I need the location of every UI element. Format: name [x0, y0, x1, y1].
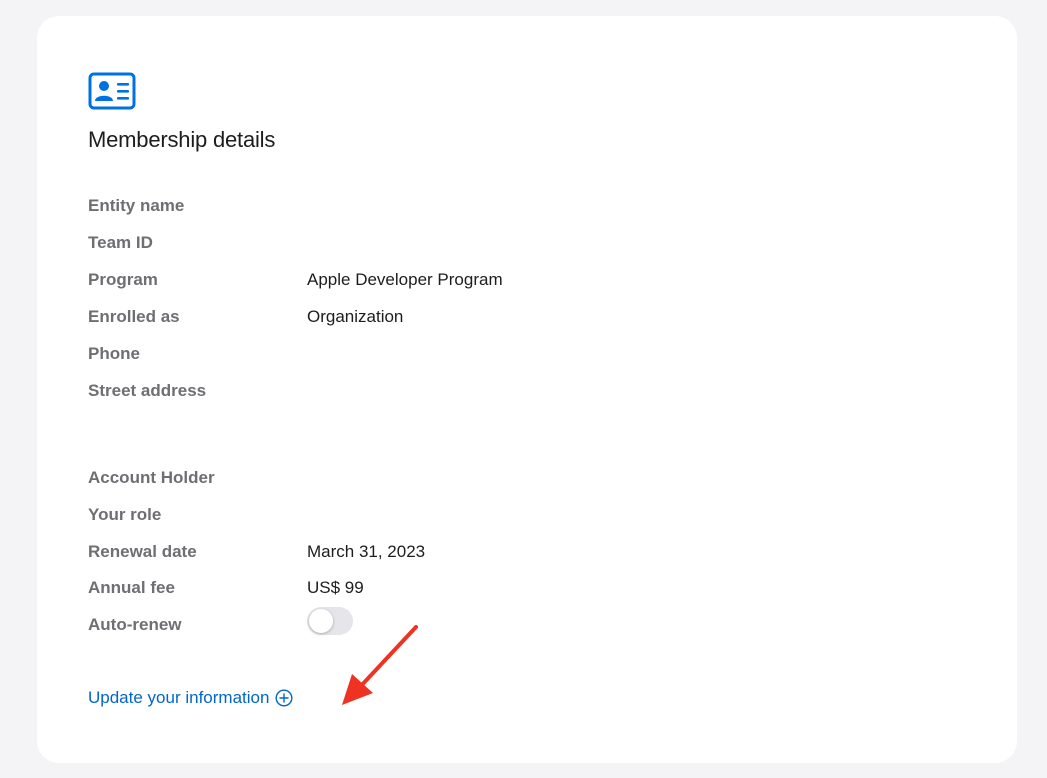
field-label: Enrolled as — [88, 307, 180, 326]
field-value: Apple Developer Program — [307, 270, 503, 289]
row-entity-name: Entity name — [88, 196, 788, 220]
row-street-address: Street address — [88, 381, 788, 405]
update-information-link[interactable]: Update your information — [88, 688, 293, 708]
field-label: Account Holder — [88, 468, 215, 487]
id-card-icon — [88, 72, 136, 110]
row-phone: Phone — [88, 344, 788, 368]
row-account-holder: Account Holder — [88, 468, 788, 492]
row-renewal-date: Renewal date March 31, 2023 — [88, 542, 788, 566]
field-label: Phone — [88, 344, 140, 363]
field-label: Renewal date — [88, 542, 197, 561]
field-value: March 31, 2023 — [307, 542, 426, 561]
update-information-label: Update your information — [88, 688, 270, 707]
field-label: Team ID — [88, 233, 153, 252]
row-your-role: Your role — [88, 505, 788, 529]
field-label: Entity name — [88, 196, 185, 215]
field-label: Program — [88, 270, 158, 289]
field-label: Your role — [88, 505, 162, 524]
row-annual-fee: Annual fee US$ 99 — [88, 578, 788, 602]
field-value: US$ 99 — [307, 578, 364, 597]
red-arrow-icon — [342, 625, 418, 705]
row-program: Program Apple Developer Program — [88, 270, 788, 294]
membership-card: Membership details Entity name Team ID P… — [37, 16, 1017, 763]
row-team-id: Team ID — [88, 233, 788, 257]
page-title: Membership details — [88, 127, 276, 152]
field-label: Annual fee — [88, 578, 175, 597]
row-enrolled-as: Enrolled as Organization — [88, 307, 788, 331]
toggle-knob — [309, 609, 333, 633]
field-value: Organization — [307, 307, 404, 326]
field-label: Street address — [88, 381, 207, 400]
field-label: Auto-renew — [88, 615, 182, 634]
plus-circle-icon — [275, 689, 293, 707]
